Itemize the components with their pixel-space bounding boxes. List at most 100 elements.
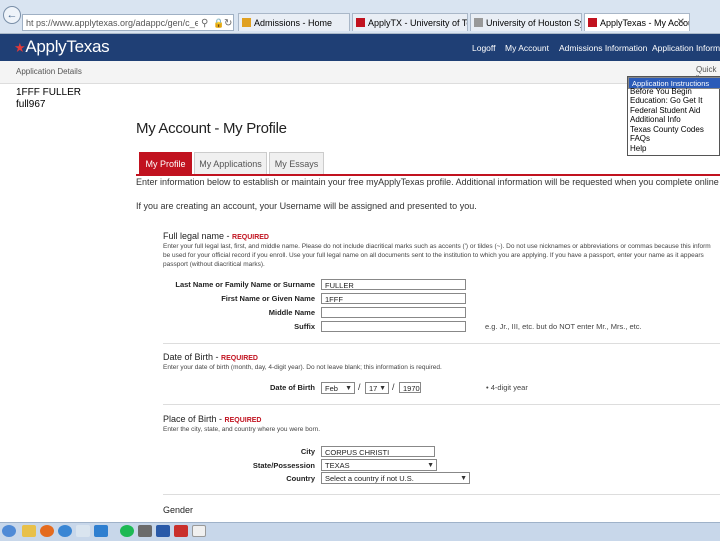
country-value: Select a country if not U.S. xyxy=(325,474,414,483)
ie-icon[interactable] xyxy=(58,525,72,537)
tab-favicon-icon xyxy=(588,18,597,27)
dob-heading: Date of Birth - REQUIRED xyxy=(163,352,258,362)
tab-label: University of Houston System xyxy=(486,18,581,28)
middle-name-label: Middle Name xyxy=(268,308,315,317)
lock-icon: 🔒 xyxy=(213,18,225,28)
user-full-name: 1FFF FULLER xyxy=(16,87,82,98)
pdf-icon[interactable] xyxy=(174,525,188,537)
mail-icon[interactable] xyxy=(76,525,90,537)
last-name-input[interactable]: FULLER xyxy=(321,279,466,290)
browser-tab[interactable]: ApplyTX - University of Texas... xyxy=(352,13,468,31)
browser-tab-active[interactable]: ApplyTexas - My Account... ✕ xyxy=(584,13,690,31)
dob-year-input[interactable]: 1970 xyxy=(399,382,421,393)
suffix-hint: e.g. Jr., III, etc. but do NOT enter Mr.… xyxy=(485,322,642,331)
quick-link-item[interactable]: Education: Go Get It xyxy=(628,96,720,106)
birthplace-heading-text: Place of Birth - xyxy=(163,414,225,424)
nav-my-account[interactable]: My Account xyxy=(505,43,549,53)
dob-day-select[interactable]: 17 ▼ xyxy=(365,382,389,394)
tab-my-essays[interactable]: My Essays xyxy=(269,152,324,174)
tab-favicon-icon xyxy=(474,18,483,27)
dob-heading-text: Date of Birth - xyxy=(163,352,222,362)
chevron-down-icon: ▼ xyxy=(460,475,467,482)
nav-logoff[interactable]: Logoff xyxy=(472,43,495,53)
start-orb-icon[interactable] xyxy=(2,525,16,537)
dob-month-value: Feb xyxy=(325,384,338,393)
dob-label: Date of Birth xyxy=(270,383,315,392)
close-tab-icon[interactable]: ✕ xyxy=(677,14,685,31)
address-bar[interactable]: ht ps://www.applytexas.org/adappc/gen/c_… xyxy=(22,14,234,31)
quick-link-item[interactable]: Federal Student Aid xyxy=(628,106,720,116)
user-id: full967 xyxy=(16,99,46,110)
legal-name-heading: Full legal name - REQUIRED xyxy=(163,231,269,241)
section-divider xyxy=(163,404,720,405)
quick-link-item[interactable]: Additional Info xyxy=(628,115,720,125)
gender-heading: Gender xyxy=(163,505,194,515)
last-name-label: Last Name or Family Name or Surname xyxy=(175,280,315,289)
back-button[interactable]: ← xyxy=(3,6,21,24)
word-icon[interactable] xyxy=(156,525,170,537)
nav-application-information[interactable]: Application Information xyxy=(652,43,720,53)
browser-tab[interactable]: University of Houston System xyxy=(470,13,582,31)
spotify-icon[interactable] xyxy=(120,525,134,537)
quick-link-item[interactable]: Before You Begin xyxy=(628,87,720,97)
quick-link-item[interactable]: Help xyxy=(628,144,720,154)
dob-month-select[interactable]: Feb ▼ xyxy=(321,382,355,394)
application-details-label: Application Details xyxy=(16,67,82,76)
legal-name-help-line: Enter your full legal last, first, and m… xyxy=(163,243,711,250)
legal-name-help-line: be used for your official record if you … xyxy=(163,252,704,259)
media-icon[interactable] xyxy=(138,525,152,537)
tab-my-profile[interactable]: My Profile xyxy=(139,152,192,174)
state-select[interactable]: TEXAS ▼ xyxy=(321,459,437,471)
country-select[interactable]: Select a country if not U.S. ▼ xyxy=(321,472,470,484)
city-input[interactable]: CORPUS CHRISTI xyxy=(321,446,435,457)
chrome-app-icon[interactable] xyxy=(94,525,108,537)
logo-text: ApplyTexas xyxy=(25,37,110,56)
tab-label: Admissions - Home xyxy=(254,18,333,28)
required-label: REQUIRED xyxy=(221,355,258,362)
tab-favicon-icon xyxy=(356,18,365,27)
intro-text: Enter information below to establish or … xyxy=(136,177,720,187)
section-divider xyxy=(163,494,720,495)
search-icon[interactable]: ⚲ xyxy=(201,15,208,30)
firefox-icon[interactable] xyxy=(40,525,54,537)
required-label: REQUIRED xyxy=(232,234,269,241)
quick-link-item[interactable]: Texas County Codes xyxy=(628,125,720,135)
chevron-down-icon: ▼ xyxy=(427,462,434,469)
date-separator: / xyxy=(358,382,361,392)
applytexas-logo[interactable]: ★ApplyTexas xyxy=(14,37,110,57)
username-note: If you are creating an account, your Use… xyxy=(136,201,477,211)
chevron-down-icon: ▼ xyxy=(345,385,352,392)
middle-name-input[interactable] xyxy=(321,307,466,318)
nav-admissions-information[interactable]: Admissions Information xyxy=(559,43,647,53)
city-label: City xyxy=(300,447,315,456)
state-value: TEXAS xyxy=(325,461,350,470)
quick-link-item[interactable]: FAQs xyxy=(628,134,720,144)
explorer-folder-icon[interactable] xyxy=(22,525,36,537)
first-name-label: First Name or Given Name xyxy=(221,294,315,303)
first-name-input[interactable]: 1FFF xyxy=(321,293,466,304)
dob-year-hint-text: 4-digit year xyxy=(490,383,528,392)
section-divider xyxy=(163,343,720,344)
required-label: REQUIRED xyxy=(224,417,262,424)
page-title: My Account - My Profile xyxy=(136,120,287,137)
dob-help: Enter your date of birth (month, day, 4-… xyxy=(163,364,442,371)
dob-day-value: 17 xyxy=(369,384,378,393)
quick-links-list[interactable]: Application Instructions Before You Begi… xyxy=(627,76,720,156)
legal-name-heading-text: Full legal name - xyxy=(163,231,233,241)
notepad-icon[interactable] xyxy=(192,525,206,537)
suffix-label: Suffix xyxy=(294,322,315,331)
application-details-bar xyxy=(0,61,720,84)
tab-my-applications[interactable]: My Applications xyxy=(194,152,267,174)
chevron-down-icon: ▼ xyxy=(379,385,386,392)
star-icon: ★ xyxy=(14,40,26,55)
tab-underline xyxy=(136,174,720,176)
date-separator: / xyxy=(392,382,395,392)
tab-label: ApplyTX - University of Texas... xyxy=(368,18,467,28)
suffix-input[interactable] xyxy=(321,321,466,332)
country-label: Country xyxy=(286,474,315,483)
browser-tab[interactable]: Admissions - Home xyxy=(238,13,350,31)
tab-favicon-icon xyxy=(242,18,251,27)
address-url[interactable]: ht ps://www.applytexas.org/adappc/gen/c_… xyxy=(26,15,198,30)
legal-name-help-line: passport (without diacritical marks). xyxy=(163,261,265,268)
refresh-icon[interactable]: ↻ xyxy=(224,15,232,30)
